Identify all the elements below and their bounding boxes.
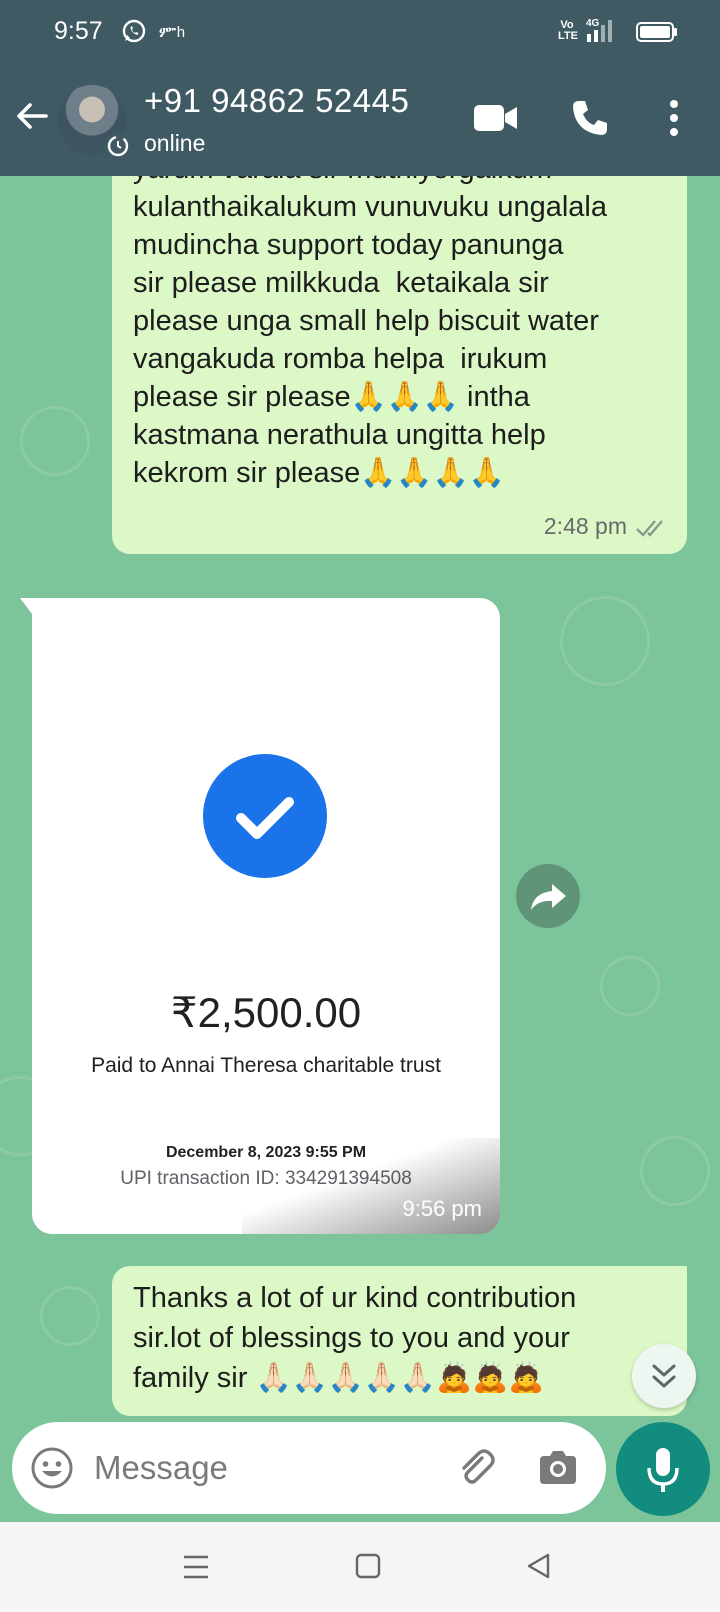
back-arrow-icon[interactable] [14, 98, 50, 134]
disappearing-timer-icon [104, 132, 132, 160]
image-time-overlay: 9:56 pm [242, 1138, 500, 1234]
status-bar: 9:57 ᎃh Vo LTE 4G [0, 0, 720, 64]
payment-success-badge [203, 754, 327, 878]
home-icon[interactable] [354, 1552, 382, 1580]
message-text: yarum varala sir muthiyorgalkum kulantha… [133, 176, 607, 489]
double-chevron-down-icon [652, 1364, 676, 1388]
volte-indicator: Vo LTE [558, 19, 578, 42]
outgoing-message[interactable]: yarum varala sir muthiyorgalkum kulantha… [112, 176, 687, 554]
contact-status: online [144, 130, 206, 156]
wallpaper-doodle [560, 596, 650, 686]
attach-icon[interactable] [452, 1444, 500, 1492]
signal-icon: 4G [586, 18, 612, 42]
payment-recipient: Paid to Annai Theresa charitable trust [91, 1054, 441, 1077]
message-time: 2:48 pm [543, 513, 627, 539]
message-text: Thanks a lot of ur kind contribution sir… [133, 1282, 577, 1394]
message-time: 9:56 pm [402, 1196, 483, 1221]
forward-button[interactable] [516, 864, 580, 928]
read-receipt-icon [636, 520, 663, 537]
phone-icon[interactable] [570, 98, 610, 138]
wallpaper-doodle [40, 1286, 100, 1346]
outgoing-message[interactable]: Thanks a lot of ur kind contribution sir… [112, 1266, 687, 1416]
wallpaper-doodle [640, 1136, 710, 1206]
wallpaper-doodle [20, 406, 90, 476]
nav-back-icon[interactable] [524, 1551, 552, 1581]
checkmark-icon [236, 797, 294, 839]
incoming-image-message[interactable]: ₹2,500.00 Paid to Annai Theresa charitab… [20, 598, 500, 1234]
message-composer [12, 1422, 606, 1514]
whatsapp-icon [122, 19, 146, 43]
svg-text:4G: 4G [586, 18, 600, 29]
scroll-to-bottom-button[interactable] [632, 1344, 696, 1408]
contact-name[interactable]: +91 94862 52445 [144, 82, 409, 120]
recent-apps-icon[interactable] [180, 1552, 212, 1582]
status-time: 9:57 [54, 17, 103, 45]
wallpaper-doodle [600, 956, 660, 1016]
system-nav-bar [0, 1522, 720, 1612]
camera-icon[interactable] [536, 1446, 580, 1490]
microphone-icon [647, 1448, 679, 1492]
chat-header: +91 94862 52445 online [0, 64, 720, 176]
payment-amount: ₹2,500.00 [170, 989, 362, 1036]
video-call-icon[interactable] [474, 102, 518, 134]
message-input[interactable] [94, 1442, 434, 1494]
forward-icon [531, 884, 566, 910]
chat-area[interactable]: yarum varala sir muthiyorgalkum kulantha… [0, 176, 720, 1422]
carrier-glyph: ᎃh [159, 24, 186, 41]
voice-message-button[interactable] [616, 1422, 710, 1516]
battery-icon [636, 22, 677, 42]
more-vert-icon[interactable] [664, 98, 684, 138]
emoji-icon[interactable] [30, 1446, 74, 1490]
